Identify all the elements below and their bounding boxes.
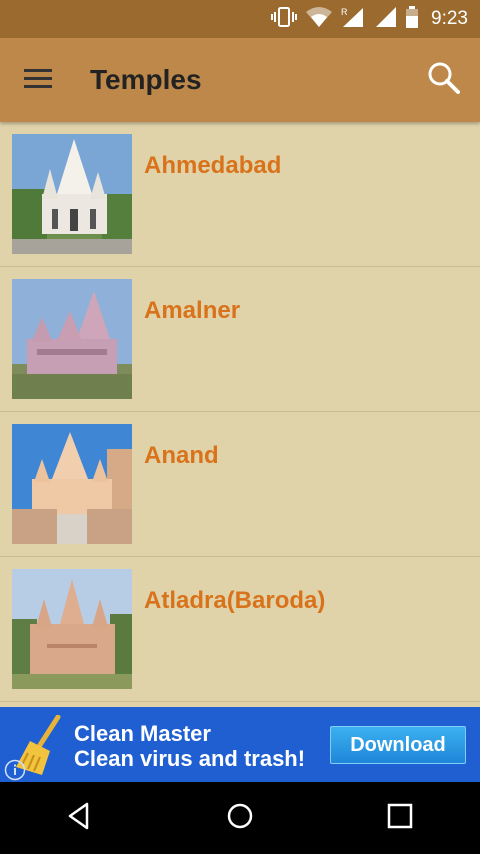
signal-roaming-icon: R: [341, 6, 367, 33]
temple-name: Amalner: [144, 297, 241, 324]
status-bar: R 9:23: [0, 0, 480, 38]
list-item-amalner[interactable]: Amalner: [0, 267, 480, 412]
menu-button[interactable]: [16, 58, 60, 102]
app-bar: Temples: [0, 38, 480, 122]
status-icons: R 9:23: [271, 0, 468, 38]
home-button[interactable]: [210, 788, 270, 848]
temple-name: Anand: [144, 442, 219, 469]
hamburger-icon: [24, 68, 52, 93]
recents-button[interactable]: [370, 788, 430, 848]
page-title: Temples: [90, 64, 202, 95]
back-icon: [65, 801, 95, 836]
recents-icon: [385, 801, 415, 836]
list-item-ahmedabad[interactable]: Ahmedabad: [0, 122, 480, 267]
back-button[interactable]: [50, 788, 110, 848]
home-icon: [225, 801, 255, 836]
ad-title: Clean Master: [74, 721, 211, 746]
svg-text:R: R: [341, 7, 348, 17]
battery-icon: [405, 5, 419, 33]
ad-banner[interactable]: Clean Master Clean virus and trash! Down…: [0, 707, 480, 782]
ad-subtitle: Clean virus and trash!: [74, 746, 306, 771]
temple-thumbnail: [12, 134, 132, 254]
list-item-atladra[interactable]: Atladra(Baroda): [0, 557, 480, 702]
status-time: 9:23: [431, 8, 468, 29]
list-item-anand[interactable]: Anand: [0, 412, 480, 557]
search-icon: [427, 61, 461, 100]
navigation-bar: [0, 782, 480, 854]
temple-thumbnail: [12, 424, 132, 544]
wifi-icon: [305, 6, 333, 33]
temple-name: Ahmedabad: [144, 152, 282, 179]
temple-thumbnail: [12, 279, 132, 399]
temple-list: Ahmedabad Amalner Anand Atladra(Baroda): [0, 122, 480, 702]
info-icon[interactable]: [4, 759, 26, 781]
temple-thumbnail: [12, 569, 132, 689]
search-button[interactable]: [422, 58, 466, 102]
download-button[interactable]: Download: [330, 726, 466, 764]
vibrate-icon: [271, 6, 298, 33]
signal-icon: [375, 6, 397, 33]
temple-name: Atladra(Baroda): [144, 587, 326, 614]
